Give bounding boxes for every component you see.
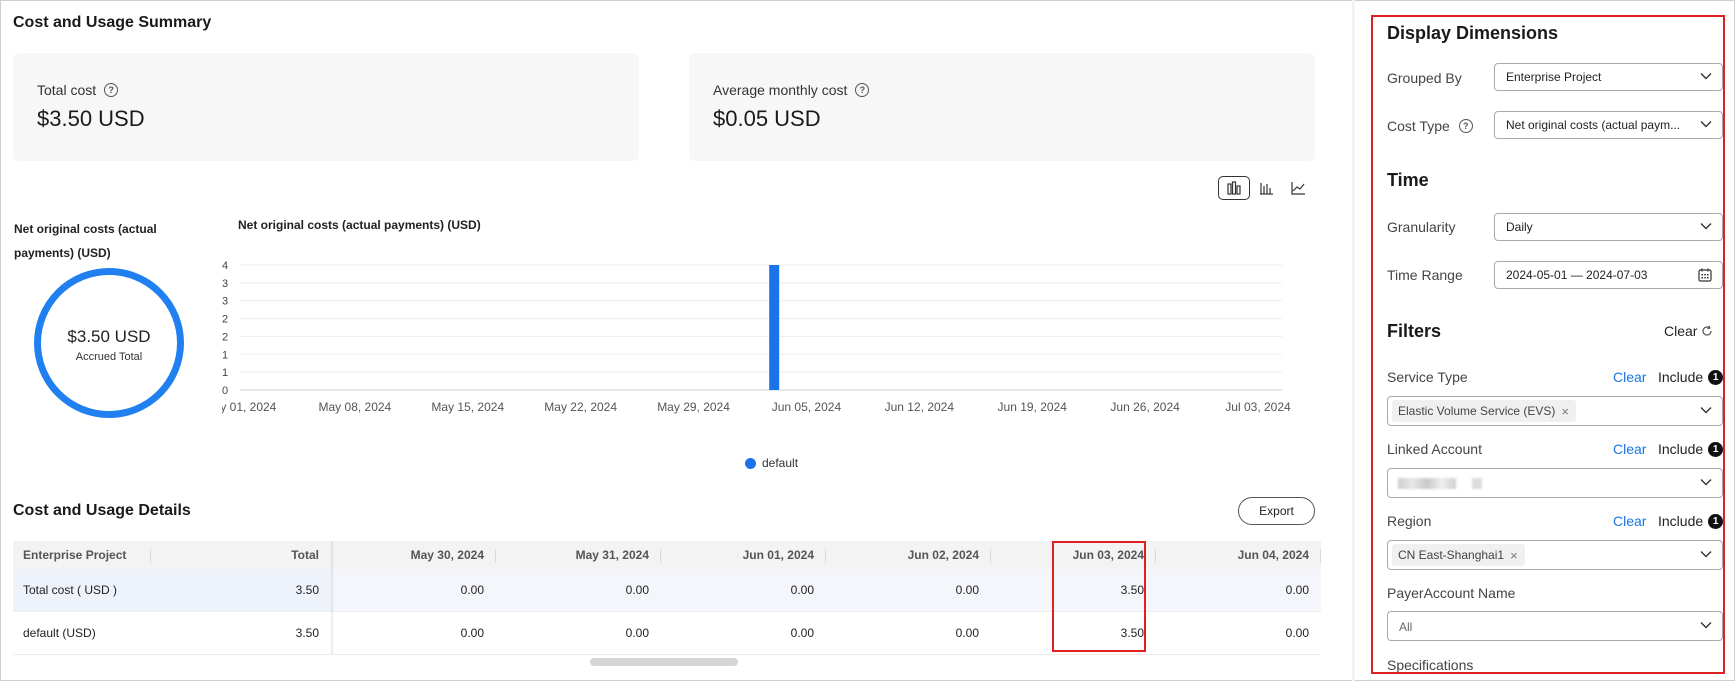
table-cell: 0.00 xyxy=(826,611,991,655)
details-table: Enterprise Project Total May 30, 2024 Ma… xyxy=(13,541,1321,655)
y-tick-label: 1 xyxy=(222,349,228,361)
donut-sublabel: Accrued Total xyxy=(75,351,143,363)
column-header[interactable]: Jun 03, 2024 xyxy=(991,541,1156,569)
cost-bar-chart: 0 1 1 2 2 3 3 4 Jay 01, 2024 May 08, 2024 May 15, … xyxy=(222,260,1291,414)
column-header[interactable]: Enterprise Project xyxy=(13,541,151,569)
table-cell: 3.50 xyxy=(151,569,331,612)
y-tick-label: 2 xyxy=(222,314,228,326)
help-icon[interactable]: ? xyxy=(104,83,119,97)
table-cell: Total cost ( USD ) xyxy=(13,569,151,612)
x-tick-label: Jun 26, 2024 xyxy=(1110,400,1180,414)
y-tick-label: 2 xyxy=(222,331,228,343)
y-tick-label: 1 xyxy=(222,367,228,379)
y-tick-label: 3 xyxy=(222,296,228,308)
x-tick-label: Jul 03, 2024 xyxy=(1225,400,1291,414)
total-donut: $3.50 USD Accrued Total xyxy=(34,268,184,418)
table-header-row: Enterprise Project Total May 30, 2024 Ma… xyxy=(13,541,1321,569)
column-header[interactable]: Jun 01, 2024 xyxy=(661,541,826,569)
bar[interactable] xyxy=(769,265,780,390)
donut-title: Net original costs (actual payments) (US… xyxy=(14,222,157,260)
x-tick-label: May 15, 2024 xyxy=(431,400,504,414)
y-tick-label: 0 xyxy=(222,385,228,397)
table-cell: 0.00 xyxy=(496,569,661,612)
table-cell: 0.00 xyxy=(331,611,496,655)
donut-value: $3.50 USD xyxy=(67,327,151,346)
help-icon[interactable]: ? xyxy=(855,83,870,97)
x-tick-label: May 29, 2024 xyxy=(657,400,730,414)
column-header[interactable]: Total xyxy=(151,541,331,569)
table-cell: default (USD) xyxy=(13,611,151,655)
y-tick-label: 3 xyxy=(222,278,228,290)
table-cell: 0.00 xyxy=(331,569,496,612)
x-tick-label: Jay 01, 2024 xyxy=(222,400,277,414)
table-cell: 0.00 xyxy=(826,569,991,612)
column-header[interactable]: Jun 04, 2024 xyxy=(1156,541,1321,569)
chart-type-toggle xyxy=(1218,176,1316,200)
table-row[interactable]: default (USD) 3.50 0.00 0.00 0.00 0.00 3… xyxy=(13,611,1321,655)
highlight-box-panel xyxy=(1371,15,1725,674)
grouped-bar-chart-icon[interactable] xyxy=(1250,176,1282,200)
avg-cost-label: Average monthly cost ? xyxy=(713,82,870,98)
total-cost-label: Total cost ? xyxy=(37,82,119,98)
chart-legend[interactable]: default xyxy=(745,456,798,470)
x-tick-label: Jun 12, 2024 xyxy=(885,400,955,414)
bar-chart-icon[interactable] xyxy=(1218,176,1250,200)
table-cell: 0.00 xyxy=(661,569,826,612)
column-header[interactable]: Jun 02, 2024 xyxy=(826,541,991,569)
total-cost-card: Total cost ? $3.50 USD xyxy=(13,53,639,161)
frozen-column-shadow xyxy=(331,541,334,654)
avg-cost-value: $0.05 USD xyxy=(713,106,821,131)
column-header[interactable]: May 31, 2024 xyxy=(496,541,661,569)
table-cell: 0.00 xyxy=(1156,569,1321,612)
legend-label: default xyxy=(762,456,799,470)
chart-title: Net original costs (actual payments) (US… xyxy=(238,218,481,232)
legend-dot xyxy=(745,457,756,469)
x-tick-label: Jun 05, 2024 xyxy=(772,400,842,414)
column-header[interactable]: May 30, 2024 xyxy=(331,541,496,569)
table-cell: 0.00 xyxy=(496,611,661,655)
table-cell: 0.00 xyxy=(1156,611,1321,655)
x-tick-label: Jun 19, 2024 xyxy=(998,400,1068,414)
y-tick-label: 4 xyxy=(222,260,228,272)
panel-divider xyxy=(1352,0,1355,681)
horizontal-scrollbar[interactable] xyxy=(590,658,738,666)
table-row[interactable]: Total cost ( USD ) 3.50 0.00 0.00 0.00 0… xyxy=(13,569,1321,612)
summary-title: Cost and Usage Summary xyxy=(13,14,212,31)
table-cell: 3.50 xyxy=(991,569,1156,612)
total-cost-value: $3.50 USD xyxy=(37,106,145,131)
total-cost-label-text: Total cost xyxy=(37,82,97,98)
x-tick-label: May 22, 2024 xyxy=(544,400,617,414)
line-chart-icon[interactable] xyxy=(1282,176,1314,200)
avg-cost-label-text: Average monthly cost xyxy=(713,82,848,98)
table-cell: 3.50 xyxy=(991,611,1156,655)
x-tick-label: May 08, 2024 xyxy=(319,400,392,414)
details-title: Cost and Usage Details xyxy=(13,502,191,519)
avg-cost-card: Average monthly cost ? $0.05 USD xyxy=(689,53,1315,161)
table-cell: 3.50 xyxy=(151,611,331,655)
export-button[interactable]: Export xyxy=(1238,497,1315,525)
table-cell: 0.00 xyxy=(661,611,826,655)
main-content: Cost and Usage Summary Total cost ? $3.5… xyxy=(0,0,1355,681)
